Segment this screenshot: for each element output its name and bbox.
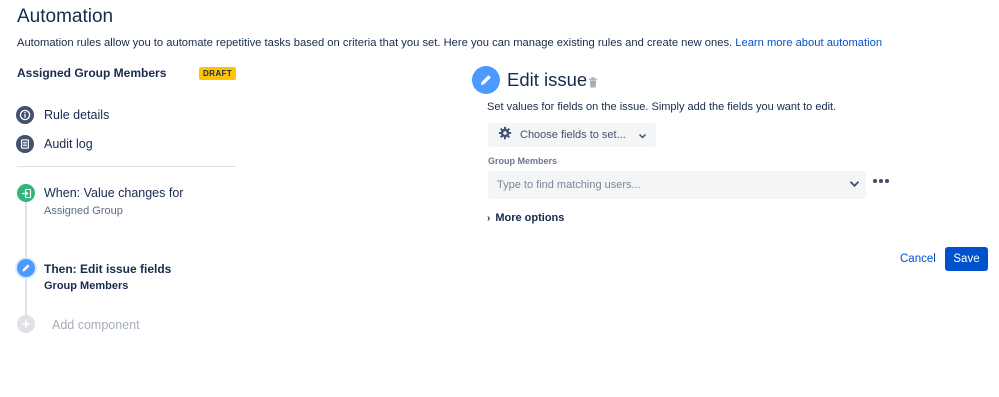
trigger-icon bbox=[17, 184, 35, 202]
nav-rule-details-label: Rule details bbox=[44, 108, 110, 122]
page-title: Automation bbox=[17, 6, 114, 27]
pencil-icon bbox=[472, 66, 500, 94]
action-step-subtitle: Group Members bbox=[44, 280, 129, 292]
document-icon bbox=[16, 135, 34, 153]
cancel-button[interactable]: Cancel bbox=[894, 247, 942, 271]
choose-fields-button[interactable]: Choose fields to set... bbox=[488, 123, 656, 147]
plus-icon[interactable] bbox=[17, 315, 35, 333]
editor-description: Set values for fields on the issue. Simp… bbox=[487, 101, 837, 113]
info-icon bbox=[16, 106, 34, 124]
status-badge: DRAFT bbox=[199, 67, 237, 80]
nav-audit-log[interactable]: Audit log bbox=[16, 134, 93, 154]
chevron-down-icon[interactable] bbox=[849, 179, 860, 191]
action-step-title[interactable]: Then: Edit issue fields bbox=[44, 262, 171, 276]
learn-more-link[interactable]: Learn more about automation bbox=[735, 37, 882, 49]
user-picker-placeholder: Type to find matching users... bbox=[497, 179, 641, 191]
step-connector bbox=[25, 277, 27, 315]
rule-name: Assigned Group Members bbox=[17, 66, 167, 80]
trigger-step-title[interactable]: When: Value changes for bbox=[44, 186, 183, 200]
more-options-toggle[interactable]: › More options bbox=[487, 212, 564, 224]
nav-rule-details[interactable]: Rule details bbox=[16, 105, 109, 125]
save-button[interactable]: Save bbox=[945, 247, 988, 271]
chevron-down-icon bbox=[638, 126, 647, 144]
step-connector bbox=[25, 202, 27, 259]
nav-audit-log-label: Audit log bbox=[44, 137, 93, 151]
add-component-button[interactable]: Add component bbox=[52, 318, 140, 332]
field-label: Group Members bbox=[488, 156, 558, 166]
user-picker-input[interactable]: Type to find matching users... bbox=[488, 171, 866, 199]
trigger-step-subtitle: Assigned Group bbox=[44, 205, 123, 217]
more-actions-icon[interactable] bbox=[873, 179, 889, 183]
gear-icon bbox=[498, 126, 512, 145]
page-description-text: Automation rules allow you to automate r… bbox=[17, 37, 733, 49]
editor-title: Edit issue bbox=[507, 69, 588, 90]
pencil-icon bbox=[17, 259, 35, 277]
more-options-label: More options bbox=[495, 212, 565, 224]
page-description: Automation rules allow you to automate r… bbox=[17, 37, 882, 49]
trash-icon[interactable] bbox=[588, 75, 598, 93]
divider bbox=[17, 166, 236, 167]
choose-fields-label: Choose fields to set... bbox=[520, 129, 626, 141]
chevron-right-icon: › bbox=[487, 212, 491, 224]
